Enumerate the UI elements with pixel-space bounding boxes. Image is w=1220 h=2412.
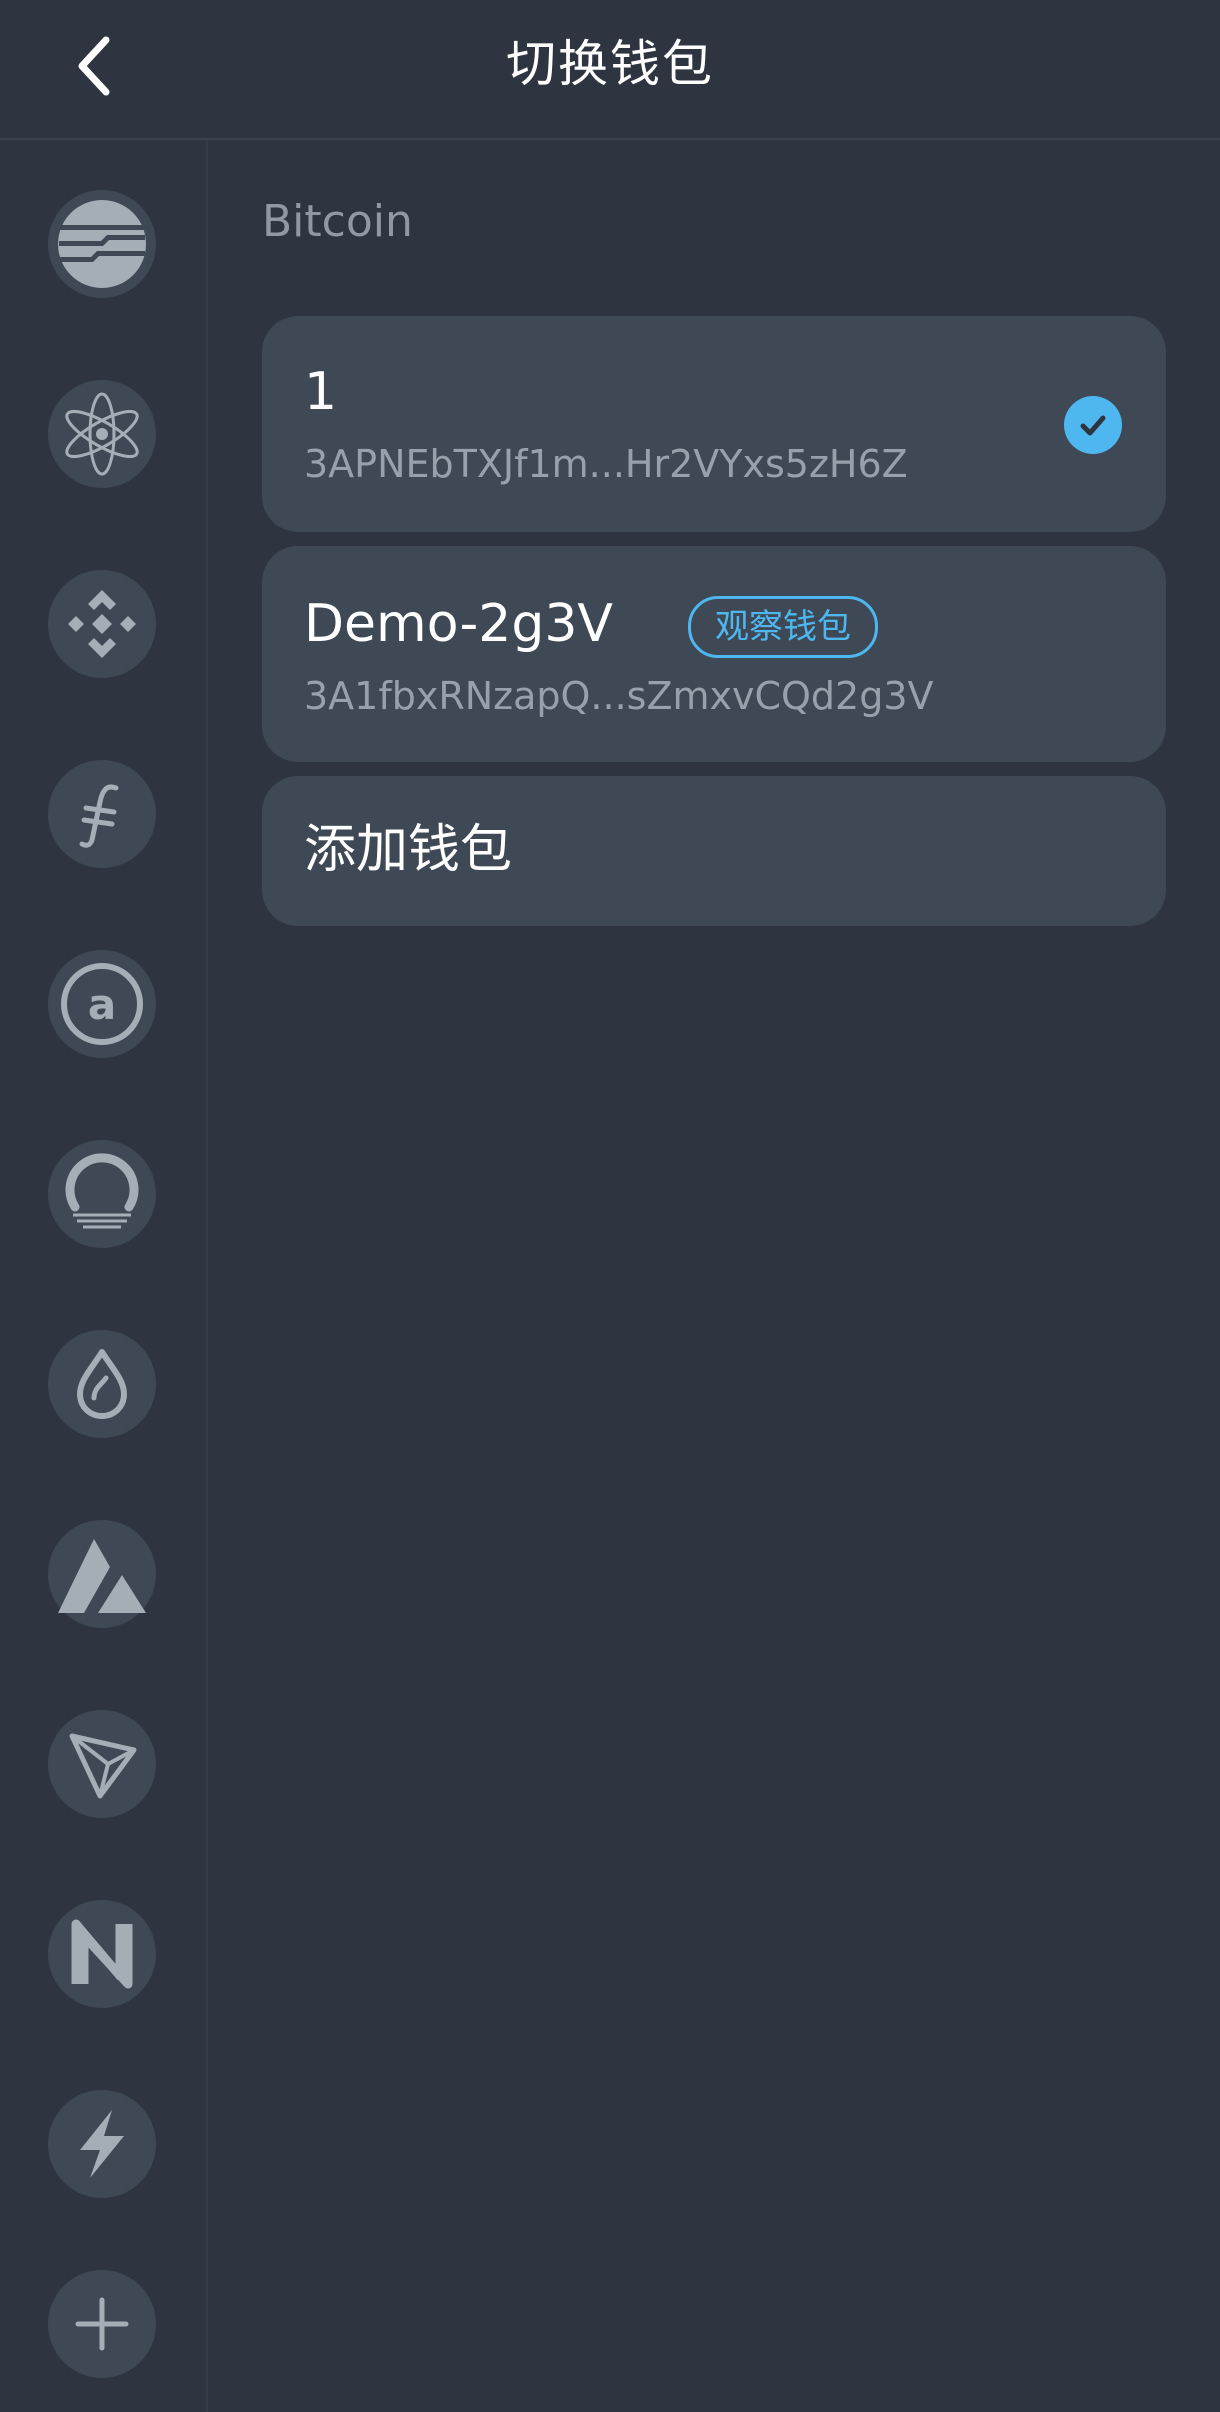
water-drop-icon [77,1349,127,1419]
wallet-address: 3A1fbxRNzapQ...sZmxvCQd2g3V [304,674,934,718]
chain-sidebar: a [0,140,208,2412]
wallet-card-1[interactable]: 1 3APNEbTXJf1m...Hr2VYxs5zH6Z [262,316,1166,532]
near-icon [71,1919,133,1989]
svg-text:a: a [88,980,116,1029]
ring-icon [65,1153,139,1229]
plus-icon [75,2297,129,2351]
chain-item-sui[interactable] [48,1330,156,1438]
chain-item-ontology[interactable] [48,1140,156,1248]
chain-item-near[interactable] [48,1900,156,2008]
avalanche-icon [58,1539,146,1613]
chain-item-avalanche[interactable] [48,1520,156,1628]
algorand-a-icon: a [61,963,143,1045]
wallet-name: 1 [304,362,338,422]
bnb-icon [68,590,136,658]
lightning-icon [80,2110,124,2178]
chain-item-filecoin[interactable] [48,760,156,868]
chain-item-algorand[interactable]: a [48,950,156,1058]
add-chain-button[interactable] [48,2270,156,2378]
cosmos-atom-icon [65,392,139,476]
page-title: 切换钱包 [506,35,714,93]
chain-item-tron[interactable] [48,1710,156,1818]
aptos-icon [58,200,146,288]
chain-item-cosmos[interactable] [48,380,156,488]
chain-item-bnb[interactable] [48,570,156,678]
wallet-list-panel: Bitcoin 1 3APNEbTXJf1m...Hr2VYxs5zH6Z De… [208,140,1220,2412]
wallet-card-demo[interactable]: Demo-2g3V 观察钱包 3A1fbxRNzapQ...sZmxvCQd2g… [262,546,1166,762]
chain-item-aptos[interactable] [48,190,156,298]
wallet-address: 3APNEbTXJf1m...Hr2VYxs5zH6Z [304,442,908,486]
filecoin-icon [79,784,119,848]
add-wallet-button[interactable]: 添加钱包 [262,776,1166,926]
wallet-name: Demo-2g3V [304,594,613,654]
section-title: Bitcoin [262,196,413,247]
chain-item-lightning[interactable] [48,2090,156,2198]
watch-only-badge: 观察钱包 [688,596,878,658]
tron-icon [69,1733,137,1799]
add-wallet-label: 添加钱包 [304,820,513,880]
selected-check-icon [1064,396,1122,454]
header-bar: 切换钱包 [0,0,1220,140]
